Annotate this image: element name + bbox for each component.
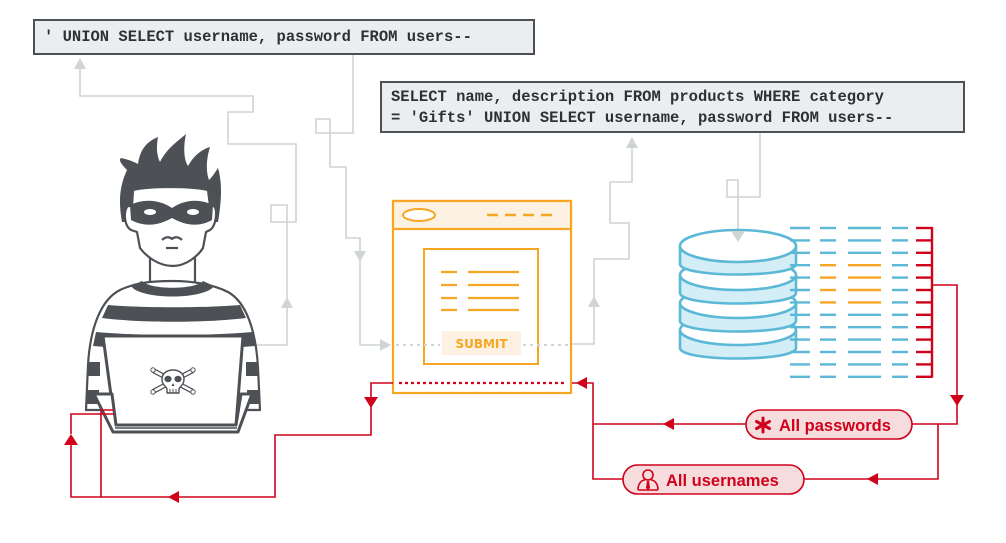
arrow-left-icon — [168, 491, 179, 503]
connector-form-to-query — [572, 145, 633, 345]
attacker-face — [123, 185, 218, 268]
attacker-eye-right — [187, 209, 199, 215]
attacker-eye-left — [144, 209, 156, 215]
connector-passwords-to-form — [572, 382, 746, 425]
database-table-rows — [790, 226, 932, 378]
attacker-figure — [84, 134, 262, 434]
arrow-up-icon — [281, 297, 293, 308]
arrow-up-icon — [626, 137, 638, 148]
form-address-bar — [402, 208, 436, 222]
arrow-down-icon — [354, 251, 366, 262]
arrow-right-icon — [380, 339, 391, 351]
all-usernames-label: All usernames — [666, 472, 779, 490]
arrow-left-icon — [576, 377, 587, 389]
connector-bracket-down — [912, 284, 958, 425]
arrow-up-icon — [588, 296, 600, 307]
all-passwords-pill: All passwords — [745, 409, 913, 440]
arrow-down-icon — [950, 395, 964, 406]
web-form-icon: SUBMIT — [391, 199, 573, 395]
arrow-up-icon — [64, 434, 78, 445]
connector-payload-to-form — [315, 55, 382, 346]
arrow-down-icon — [364, 397, 378, 408]
database-icon — [678, 228, 798, 360]
submit-label: SUBMIT — [455, 337, 508, 351]
connector-attacker-segment — [70, 445, 101, 498]
connector-query-to-db — [726, 133, 761, 232]
connector-usernames-to-form — [592, 424, 623, 480]
arrow-left-icon — [867, 473, 878, 485]
arrow-left-icon — [663, 418, 674, 430]
all-passwords-label: All passwords — [779, 417, 891, 435]
arrow-up-icon — [74, 58, 86, 69]
all-usernames-pill: All usernames — [622, 464, 805, 495]
